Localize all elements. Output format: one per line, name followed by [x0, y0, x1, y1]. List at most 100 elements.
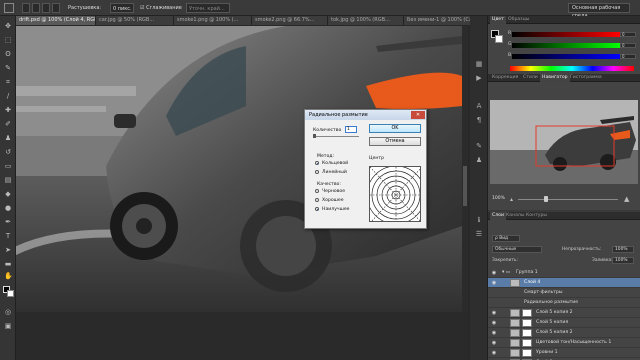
- marquee-tool-icon[interactable]: ⬚: [4, 36, 12, 44]
- brush-panel-icon[interactable]: ✎: [475, 142, 483, 150]
- visibility-eye-icon[interactable]: ◉: [491, 280, 497, 286]
- pen-tool-icon[interactable]: ✒: [4, 218, 12, 226]
- feather-input[interactable]: 0 пикс.: [110, 3, 134, 13]
- intersect-selection-icon[interactable]: [52, 3, 60, 13]
- tab-color[interactable]: Цвет: [490, 16, 506, 24]
- blur-center-preview[interactable]: [369, 166, 421, 222]
- amount-slider[interactable]: [313, 136, 359, 137]
- move-tool-icon[interactable]: ✥: [4, 22, 12, 30]
- quick-select-tool-icon[interactable]: ✎: [4, 64, 12, 72]
- layer-mask-thumbnail[interactable]: [522, 329, 532, 337]
- workspace-select[interactable]: Основная рабочая среда: [568, 3, 630, 19]
- visibility-eye-icon[interactable]: ◉: [491, 320, 497, 326]
- lasso-tool-icon[interactable]: ʘ: [4, 50, 12, 58]
- layer-thumbnail[interactable]: [510, 339, 520, 347]
- layer-row[interactable]: ◉ Слой 4: [488, 278, 640, 288]
- channel-r-value[interactable]: 0: [620, 32, 636, 37]
- quality-radio-draft[interactable]: [315, 189, 319, 193]
- tab-navigator[interactable]: Навигатор: [540, 74, 570, 82]
- document-tab[interactable]: tok.jpg @ 100% (RGB...: [328, 16, 404, 25]
- amount-input[interactable]: 1: [345, 126, 357, 133]
- layer-mask-thumbnail[interactable]: [522, 339, 532, 347]
- eraser-tool-icon[interactable]: ▭: [4, 162, 12, 170]
- folder-icon[interactable]: ▾ ▭: [502, 270, 510, 275]
- cancel-button[interactable]: Отмена: [369, 137, 421, 146]
- visibility-eye-icon[interactable]: ◉: [491, 340, 497, 346]
- dialog-titlebar[interactable]: Радиальное размытие ✕: [305, 110, 426, 120]
- eyedropper-tool-icon[interactable]: ∕: [4, 92, 12, 100]
- layer-thumbnail[interactable]: [510, 319, 520, 327]
- clone-source-panel-icon[interactable]: ♟: [475, 156, 483, 164]
- fill-input[interactable]: 100%: [612, 257, 634, 264]
- navigator-zoom-slider[interactable]: [518, 199, 618, 200]
- tab-styles[interactable]: Стили: [521, 74, 540, 82]
- paragraph-panel-icon[interactable]: ¶: [475, 116, 483, 124]
- refine-edge-button[interactable]: Уточн. край...: [186, 3, 230, 13]
- zoom-out-icon[interactable]: ▴: [510, 196, 513, 203]
- quality-radio-best[interactable]: [315, 207, 319, 211]
- layer-thumbnail[interactable]: [510, 309, 520, 317]
- scrollbar-thumb[interactable]: [463, 166, 467, 206]
- channel-b-slider[interactable]: [512, 54, 620, 59]
- stamp-tool-icon[interactable]: ♟: [4, 134, 12, 142]
- crop-tool-icon[interactable]: ⌗: [4, 78, 12, 86]
- character-panel-icon[interactable]: A: [475, 102, 483, 110]
- layer-row[interactable]: Радиальное размытие: [488, 298, 640, 308]
- history-panel-icon[interactable]: ▦: [475, 60, 483, 68]
- quick-mask-icon[interactable]: ◎: [4, 308, 12, 316]
- method-radio-spin[interactable]: [315, 161, 319, 165]
- dodge-tool-icon[interactable]: ●: [4, 204, 12, 212]
- layer-row[interactable]: ◉ ▾ ▭ Группа 1: [488, 268, 640, 278]
- tab-paths[interactable]: Контуры: [524, 212, 549, 220]
- actions-panel-icon[interactable]: ▶: [475, 74, 483, 82]
- hand-tool-icon[interactable]: ✋: [4, 272, 13, 280]
- navigator-zoom-knob[interactable]: [544, 196, 548, 202]
- properties-panel-icon[interactable]: ☰: [475, 230, 483, 238]
- background-color-chip[interactable]: [495, 35, 503, 43]
- color-spectrum[interactable]: [510, 66, 634, 71]
- channel-g-value[interactable]: 0: [620, 43, 636, 48]
- layer-row[interactable]: ◉ Цветовой тон/Насыщенность 1: [488, 338, 640, 348]
- navigator-zoom-value[interactable]: 100%: [492, 196, 506, 202]
- channel-b-value[interactable]: 0: [620, 54, 636, 59]
- layer-row[interactable]: ◉ Слой 5 копия 2: [488, 308, 640, 318]
- layer-thumbnail[interactable]: [510, 329, 520, 337]
- layer-row[interactable]: ◉ Уровни 1: [488, 348, 640, 358]
- canvas-vertical-scrollbar[interactable]: [462, 26, 468, 312]
- layer-filter-select[interactable]: ρ Вид: [492, 235, 520, 242]
- lasso-tool-icon[interactable]: [4, 3, 14, 13]
- method-radio-zoom[interactable]: [315, 170, 319, 174]
- layer-mask-thumbnail[interactable]: [522, 309, 532, 317]
- visibility-eye-icon[interactable]: ◉: [491, 330, 497, 336]
- brush-tool-icon[interactable]: ✐: [4, 120, 12, 128]
- layer-row[interactable]: ◉ Слой 5 копия: [488, 318, 640, 328]
- tab-adjustments[interactable]: Коррекция: [490, 74, 520, 82]
- channel-r-slider[interactable]: [512, 32, 620, 37]
- amount-slider-knob[interactable]: [313, 134, 316, 138]
- background-color-swatch[interactable]: [7, 290, 14, 297]
- document-tab[interactable]: car.jpg @ 50% (RGB...: [96, 16, 174, 25]
- layer-mask-thumbnail[interactable]: [522, 349, 532, 357]
- close-icon[interactable]: ✕: [411, 111, 425, 119]
- document-tab[interactable]: drift.psd @ 100% (Слой 4, RGB/8): [16, 16, 96, 25]
- tab-histogram[interactable]: Гистограмма: [568, 74, 604, 82]
- blur-tool-icon[interactable]: ◆: [4, 190, 12, 198]
- zoom-in-icon[interactable]: ▲: [624, 195, 629, 203]
- blend-mode-select[interactable]: Обычные: [492, 246, 542, 253]
- gradient-tool-icon[interactable]: ▤: [4, 176, 12, 184]
- visibility-eye-icon[interactable]: ◉: [491, 310, 497, 316]
- tab-swatches[interactable]: Образцы: [506, 16, 531, 24]
- visibility-eye-icon[interactable]: ◉: [491, 350, 497, 356]
- opacity-input[interactable]: 100%: [612, 246, 634, 253]
- add-selection-icon[interactable]: [32, 3, 40, 13]
- layer-thumbnail[interactable]: [510, 349, 520, 357]
- ok-button[interactable]: OK: [369, 124, 421, 133]
- path-select-tool-icon[interactable]: ➤: [4, 246, 12, 254]
- document-tab[interactable]: smoke1.png @ 100% (...: [174, 16, 252, 25]
- shape-tool-icon[interactable]: ▬: [4, 260, 12, 268]
- history-brush-tool-icon[interactable]: ↺: [4, 148, 12, 156]
- layer-mask-thumbnail[interactable]: [522, 319, 532, 327]
- layer-row[interactable]: ◉ Слой 5 копия 2: [488, 328, 640, 338]
- antialias-checkbox[interactable]: ☑ Сглаживание: [140, 3, 182, 13]
- quality-radio-good[interactable]: [315, 198, 319, 202]
